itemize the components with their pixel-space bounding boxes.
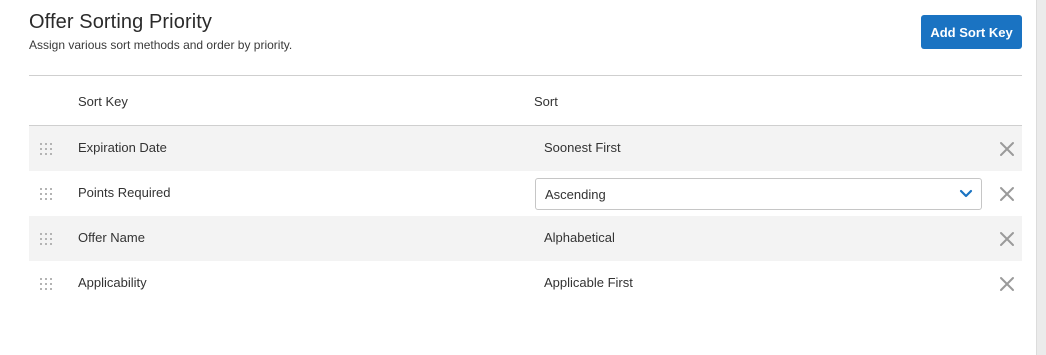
page-title: Offer Sorting Priority: [29, 11, 213, 33]
sort-key-label: Points Required: [78, 185, 171, 200]
table-row: Applicability Applicable First: [29, 261, 1022, 306]
sort-order-select[interactable]: Ascending: [535, 178, 982, 210]
page-subtitle: Assign various sort methods and order by…: [29, 38, 293, 52]
column-header-sort: Sort: [534, 94, 558, 109]
close-icon[interactable]: [999, 276, 1015, 292]
drag-handle-icon[interactable]: [39, 142, 53, 155]
sort-order-value[interactable]: Alphabetical: [544, 230, 615, 245]
sort-key-label: Applicability: [78, 275, 147, 290]
drag-handle-icon[interactable]: [39, 232, 53, 245]
drag-handle-icon[interactable]: [39, 187, 53, 200]
sort-key-label: Offer Name: [78, 230, 145, 245]
table-row: Offer Name Alphabetical: [29, 216, 1022, 261]
table-row: Expiration Date Soonest First: [29, 126, 1022, 171]
close-icon[interactable]: [999, 231, 1015, 247]
sort-key-label: Expiration Date: [78, 140, 167, 155]
table-header: Sort Key Sort: [29, 76, 1022, 126]
sort-key-list: Expiration Date Soonest First Points Req…: [29, 126, 1022, 306]
chevron-down-icon: [959, 189, 973, 198]
offer-sorting-panel: Offer Sorting Priority Assign various so…: [0, 0, 1046, 355]
sort-order-value[interactable]: Soonest First: [544, 140, 621, 155]
table-row: Points Required Ascending: [29, 171, 1022, 216]
column-header-sort-key: Sort Key: [78, 94, 128, 109]
sort-order-selected-value: Ascending: [545, 187, 606, 202]
scrollbar-track[interactable]: [1036, 0, 1046, 355]
sort-order-value[interactable]: Applicable First: [544, 275, 633, 290]
drag-handle-icon[interactable]: [39, 277, 53, 290]
close-icon[interactable]: [999, 141, 1015, 157]
close-icon[interactable]: [999, 186, 1015, 202]
add-sort-key-button[interactable]: Add Sort Key: [921, 15, 1022, 49]
